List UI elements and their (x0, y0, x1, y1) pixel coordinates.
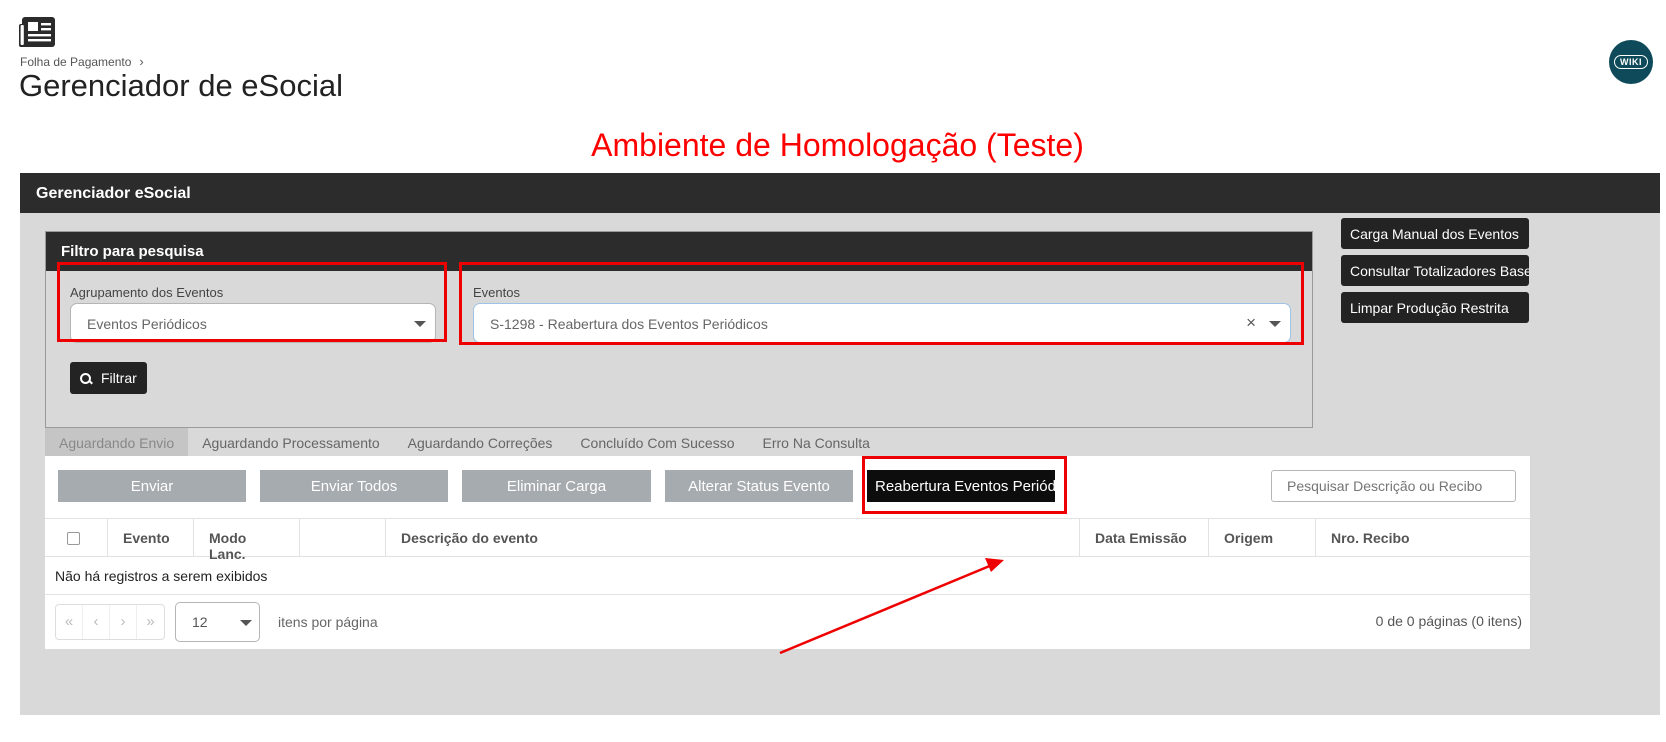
highlight-frame-events (459, 262, 1304, 345)
pager-nav: « ‹ › » (55, 604, 165, 640)
send-all-button[interactable]: Enviar Todos (260, 470, 448, 502)
chevron-down-icon (240, 620, 252, 626)
tab-aguardando-correcoes[interactable]: Aguardando Correções (394, 428, 567, 456)
pager-info: 0 de 0 páginas (0 itens) (1375, 613, 1522, 629)
delete-load-button[interactable]: Eliminar Carga (462, 470, 651, 502)
select-all-checkbox[interactable] (67, 532, 80, 545)
chevron-right-icon: › (139, 54, 144, 69)
change-status-button[interactable]: Alterar Status Evento (665, 470, 853, 502)
page-size-value: 12 (192, 614, 208, 630)
column-origem[interactable]: Origem (1209, 519, 1316, 556)
events-grid: Evento Modo Lanc. Descrição do evento Da… (45, 518, 1530, 595)
search-input[interactable] (1271, 470, 1516, 502)
highlight-frame-grouping (57, 262, 447, 342)
main-panel: Gerenciador eSocial Filtro para pesquisa… (20, 173, 1660, 715)
wiki-button[interactable]: WIKI (1609, 40, 1653, 84)
query-totalizers-button[interactable]: Consultar Totalizadores Base (1341, 255, 1529, 286)
filter-button[interactable]: Filtrar (70, 362, 147, 394)
breadcrumb-item-folha[interactable]: Folha de Pagamento (20, 55, 131, 69)
first-page-icon[interactable]: « (56, 605, 83, 639)
highlight-frame-reopen (862, 456, 1067, 514)
column-blank (300, 519, 386, 556)
send-button[interactable]: Enviar (58, 470, 246, 502)
status-tabs: Aguardando Envio Aguardando Processament… (45, 428, 884, 456)
main-panel-title: Gerenciador eSocial (20, 173, 1660, 213)
column-modo-lanc[interactable]: Modo Lanc. (194, 519, 300, 562)
page-size-select[interactable]: 12 (175, 602, 260, 642)
page-title: Gerenciador de eSocial (19, 68, 343, 103)
grid-header: Evento Modo Lanc. Descrição do evento Da… (45, 518, 1530, 562)
column-descricao[interactable]: Descrição do evento (386, 519, 1080, 556)
next-page-icon[interactable]: › (110, 605, 137, 639)
prev-page-icon[interactable]: ‹ (83, 605, 110, 639)
tab-concluido-com-sucesso[interactable]: Concluído Com Sucesso (566, 428, 748, 456)
last-page-icon[interactable]: » (137, 605, 164, 639)
clear-restricted-production-button[interactable]: Limpar Produção Restrita (1341, 292, 1529, 323)
environment-banner: Ambiente de Homologação (Teste) (591, 127, 1084, 163)
tab-aguardando-envio[interactable]: Aguardando Envio (45, 428, 189, 456)
tab-content: Enviar Enviar Todos Eliminar Carga Alter… (45, 456, 1530, 649)
wiki-label: WIKI (1614, 55, 1648, 69)
pager: « ‹ › » 12 itens por página (55, 602, 378, 642)
column-data-emissao[interactable]: Data Emissão (1080, 519, 1209, 556)
column-nro-recibo[interactable]: Nro. Recibo (1316, 519, 1530, 556)
column-evento[interactable]: Evento (108, 519, 194, 556)
newspaper-icon (19, 17, 55, 47)
tab-erro-na-consulta[interactable]: Erro Na Consulta (749, 428, 884, 456)
filter-button-label: Filtrar (101, 370, 137, 386)
tab-aguardando-processamento[interactable]: Aguardando Processamento (188, 428, 393, 456)
breadcrumb: Folha de Pagamento › (20, 54, 144, 69)
empty-message: Não há registros a serem exibidos (45, 557, 1530, 595)
search-icon (80, 372, 91, 384)
manual-load-button[interactable]: Carga Manual dos Eventos (1341, 218, 1529, 249)
per-page-label: itens por página (278, 614, 378, 630)
select-all-cell (45, 519, 108, 556)
